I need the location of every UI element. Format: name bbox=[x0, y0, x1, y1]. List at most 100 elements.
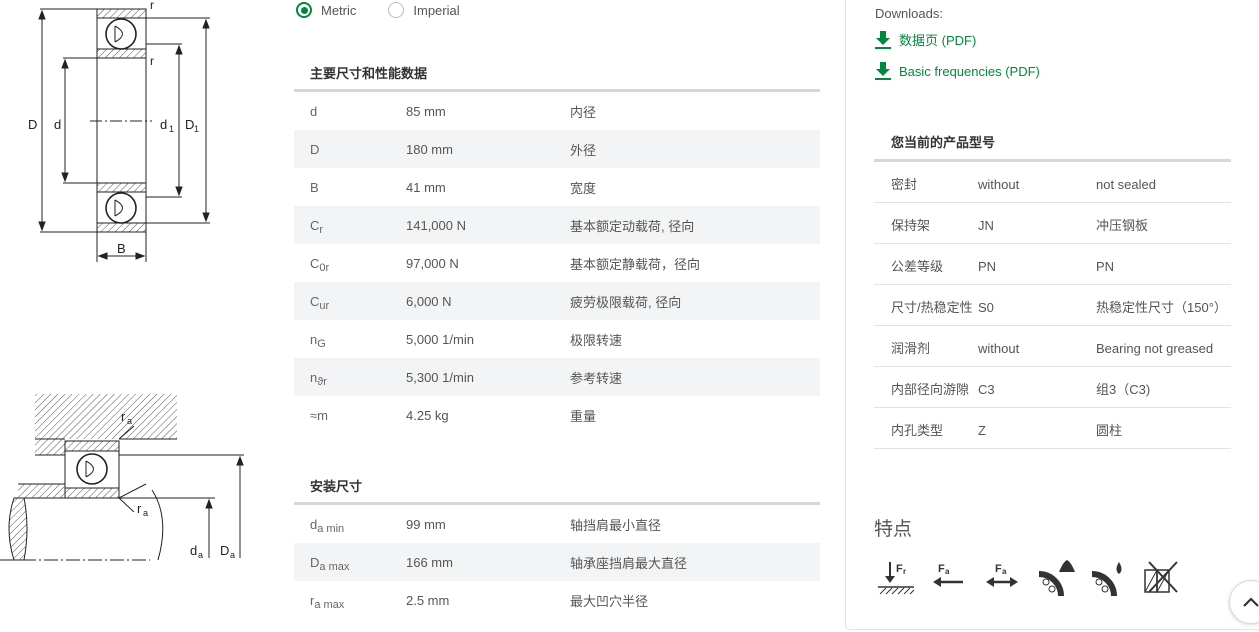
spec-symbol: ≈m bbox=[294, 408, 406, 423]
current-product-title: 您当前的产品型号 bbox=[891, 135, 996, 150]
attribute-name: 内部径向游隙 bbox=[891, 382, 970, 397]
datasheet-pdf-link[interactable]: 数据页 (PDF) bbox=[875, 30, 976, 49]
attribute-code: PN bbox=[978, 259, 997, 274]
attribute-name: 尺寸/热稳定性 bbox=[891, 300, 973, 315]
radio-selected-icon bbox=[296, 2, 312, 18]
spec-symbol: C0r bbox=[294, 255, 406, 274]
product-attribute-row: 公差等级 PN PN bbox=[874, 244, 1231, 285]
oil-lubrication-icon bbox=[1038, 560, 1075, 597]
label-D1: D bbox=[185, 117, 194, 132]
axial-load-sub: a bbox=[945, 567, 950, 576]
label-da-sub: a bbox=[198, 550, 203, 560]
spec-description: 重量 bbox=[570, 408, 597, 424]
product-attribute-row: 保持架 JN 冲压钢板 bbox=[874, 203, 1231, 244]
metric-label: Metric bbox=[321, 2, 357, 18]
axial-load-both-sub: a bbox=[1002, 567, 1007, 576]
spec-row: Da max 166 mm 轴承座挡肩最大直径 bbox=[294, 543, 820, 581]
attribute-value: 冲压钢板 bbox=[1096, 218, 1149, 233]
label-D1-sub: 1 bbox=[194, 124, 199, 134]
imperial-label: Imperial bbox=[413, 2, 460, 18]
spec-symbol-subscript: a min bbox=[317, 522, 345, 535]
spec-symbol-subscript: a max bbox=[319, 560, 350, 573]
unit-toggle: Metric Imperial bbox=[296, 2, 460, 18]
spec-row: d 85 mm 内径 bbox=[294, 92, 820, 130]
spec-value: 97,000 N bbox=[406, 255, 459, 271]
bearing-cross-section-drawing: D d d 1 D 1 B r r bbox=[28, 0, 210, 262]
spec-row: C0r 97,000 N 基本额定静载荷，径向 bbox=[294, 244, 820, 282]
product-attribute-row: 内部径向游隙 C3 组3（C3) bbox=[874, 367, 1231, 408]
attribute-code: without bbox=[978, 341, 1020, 356]
imperial-radio[interactable]: Imperial bbox=[388, 2, 460, 18]
spec-value: 6,000 N bbox=[406, 293, 452, 309]
features-title: 特点 bbox=[874, 519, 913, 540]
label-Da-sub: a bbox=[230, 550, 235, 560]
spec-value: 2.5 mm bbox=[406, 592, 450, 608]
main-dimensions-table: d 85 mm 内径 D 180 mm 外径 B 41 mm 宽度 Cr 141,000 N 基本额定… bbox=[294, 89, 820, 434]
spec-symbol-main: ≈m bbox=[310, 407, 328, 423]
attribute-code: JN bbox=[978, 218, 994, 233]
label-da: d bbox=[190, 543, 197, 558]
label-d1: d bbox=[160, 117, 167, 132]
label-d: d bbox=[54, 117, 61, 132]
spec-value: 41 mm bbox=[406, 179, 446, 195]
axial-load-both-label: F bbox=[995, 563, 1002, 575]
spec-value: 85 mm bbox=[406, 103, 446, 119]
spec-row: B 41 mm 宽度 bbox=[294, 168, 820, 206]
spec-symbol: nG bbox=[294, 332, 406, 350]
spec-row: nG 5,000 1/min 极限转速 bbox=[294, 320, 820, 358]
spec-symbol-main: D bbox=[310, 554, 320, 570]
spec-description: 基本额定静载荷，径向 bbox=[570, 256, 701, 272]
spec-symbol-main: C bbox=[310, 293, 320, 309]
label-ra-top: r bbox=[121, 409, 126, 424]
spec-description: 宽度 bbox=[570, 180, 597, 196]
basic-frequencies-pdf-link[interactable]: Basic frequencies (PDF) bbox=[875, 62, 1040, 80]
attribute-name: 内孔类型 bbox=[891, 423, 944, 438]
spec-description: 基本额定动载荷, 径向 bbox=[570, 218, 695, 234]
label-ra-bottom-sub: a bbox=[143, 508, 148, 518]
product-side-panel: Downloads: 数据页 (PDF) Basic frequencies (… bbox=[845, 0, 1259, 630]
spec-symbol: d bbox=[294, 104, 406, 119]
mounting-dimensions-drawing: r a r a d a D a bbox=[0, 394, 244, 561]
spec-value: 5,000 1/min bbox=[406, 331, 474, 347]
spec-value: 99 mm bbox=[406, 516, 446, 532]
attribute-code: S0 bbox=[978, 300, 994, 315]
label-d1-sub: 1 bbox=[169, 124, 174, 134]
spec-row: da min 99 mm 轴挡肩最小直径 bbox=[294, 505, 820, 543]
grease-lubrication-icon bbox=[1091, 562, 1122, 597]
spec-value: 166 mm bbox=[406, 554, 453, 570]
attribute-name: 润滑剂 bbox=[891, 341, 931, 356]
radial-load-icon: F r bbox=[878, 562, 915, 595]
attribute-name: 密封 bbox=[891, 177, 918, 192]
download-icon bbox=[875, 62, 891, 80]
spec-description: 参考转速 bbox=[570, 370, 623, 386]
spec-row: D 180 mm 外径 bbox=[294, 130, 820, 168]
attribute-value: Bearing not greased bbox=[1096, 341, 1214, 356]
attribute-value: 组3（C3) bbox=[1096, 382, 1151, 397]
spec-symbol: Cr bbox=[294, 218, 406, 236]
spec-description: 最大凹穴半径 bbox=[570, 593, 649, 609]
download-icon bbox=[875, 30, 891, 49]
spec-symbol-main: C bbox=[310, 255, 320, 271]
label-r-mid: r bbox=[150, 54, 154, 68]
spec-symbol-subscript: 0r bbox=[319, 261, 330, 274]
label-Da: D bbox=[220, 543, 229, 558]
features-icons: F r F a F a bbox=[876, 558, 1181, 598]
label-B: B bbox=[117, 241, 126, 256]
axial-load-both-directions-icon: F a bbox=[986, 563, 1018, 587]
spec-symbol-subscript: a max bbox=[314, 598, 345, 611]
spec-symbol: B bbox=[294, 180, 406, 195]
attribute-code: Z bbox=[978, 423, 986, 438]
scroll-to-top-button[interactable] bbox=[1229, 580, 1259, 624]
spec-symbol: nϑr bbox=[294, 370, 406, 388]
spec-symbol: Da max bbox=[294, 554, 406, 573]
attribute-value: 热稳定性尺寸（150°） bbox=[1096, 300, 1227, 315]
spec-symbol-subscript: r bbox=[319, 223, 324, 236]
axial-load-label: F bbox=[938, 563, 945, 575]
downloads-label: Downloads: bbox=[875, 6, 943, 21]
datasheet-pdf-label: 数据页 (PDF) bbox=[899, 33, 977, 48]
spec-symbol-subscript: G bbox=[317, 337, 326, 350]
spec-symbol-subscript: ur bbox=[319, 299, 330, 312]
metric-radio[interactable]: Metric bbox=[296, 2, 356, 18]
spec-symbol-main: D bbox=[310, 141, 320, 157]
spec-description: 轴承座挡肩最大直径 bbox=[570, 555, 688, 571]
